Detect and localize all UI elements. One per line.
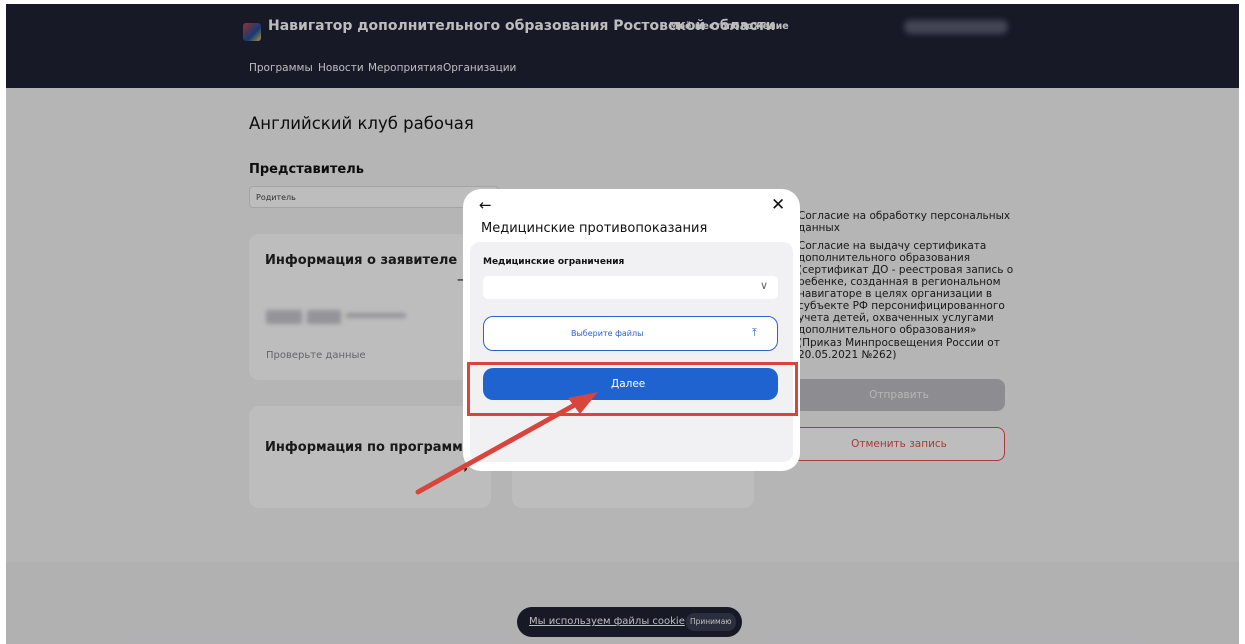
arrow-left-icon[interactable]: ← [479,196,492,214]
medical-restrictions-select[interactable] [483,276,778,299]
upload-icon: ⤒ [752,326,757,339]
modal-form-panel [470,242,793,462]
choose-files-label: Выберите файлы [571,329,644,338]
annotation-highlight-box [467,362,798,416]
modal-title: Медицинские противопоказания [481,221,708,236]
chevron-down-icon[interactable]: ∨ [760,279,768,292]
close-icon[interactable]: ✕ [771,195,785,215]
medical-restrictions-label: Медицинские ограничения [483,257,625,267]
